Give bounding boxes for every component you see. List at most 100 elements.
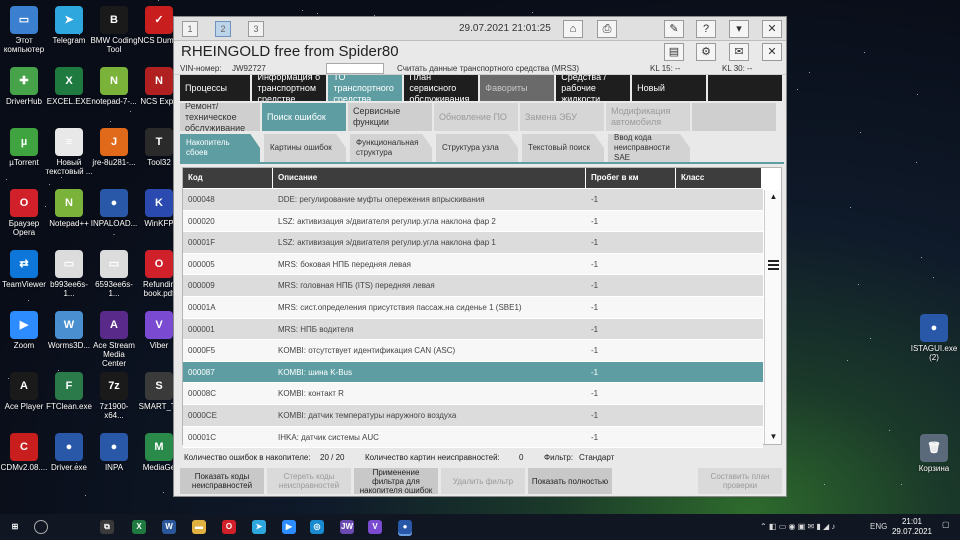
home-icon[interactable]: ⌂ — [563, 20, 583, 38]
star — [901, 484, 902, 485]
taskbar-clock[interactable]: 21:01 29.07.2021 — [892, 517, 932, 537]
table-row[interactable]: 0000CE KOMBI: датчик температуры наружног… — [183, 404, 763, 427]
vehicle-read-status[interactable]: Считать данные транспортного средства (M… — [397, 64, 579, 73]
telegram-taskbar-icon[interactable]: ➤ — [252, 520, 266, 534]
desktop-icon[interactable]: N Notepad++ — [45, 187, 93, 245]
table-row[interactable]: 00008C KOMBI: контакт R -1 — [183, 383, 763, 405]
subtab[interactable]: Накопитель сбоев — [180, 134, 260, 162]
star — [302, 10, 303, 11]
action-button[interactable]: Показать полностью — [528, 468, 612, 494]
desktop-icon[interactable]: ▭ Этот компьютер — [0, 4, 48, 62]
menu-item[interactable]: Информация о транспортном средстве — [252, 75, 327, 101]
menu-item[interactable]: Средства / рабочие жидкости — [556, 75, 631, 101]
jw-taskbar-icon[interactable]: JW — [340, 520, 354, 534]
subtab[interactable]: Картины ошибок — [264, 134, 346, 162]
subtab[interactable]: Функциональная структура — [350, 134, 432, 162]
zoom-taskbar-icon[interactable]: ▶ — [282, 520, 296, 534]
desktop-icon[interactable]: ⇄ TeamViewer — [0, 248, 48, 306]
table-row[interactable]: 000048 DDE: регулирование муфты опережени… — [183, 189, 763, 211]
desktop-icon[interactable]: Nnotepad-7-... — [90, 65, 138, 123]
desktop-icon[interactable]: F FTClean.exe — [45, 370, 93, 428]
table-row[interactable]: 000005 MRS: боковая НПБ передняя левая -1 — [183, 253, 763, 276]
desktop-icon[interactable]: ✚ DriverHub — [0, 65, 48, 123]
menu-item[interactable]: План сервисного обслуживания — [404, 75, 479, 101]
desktop-icon[interactable]: µ µTorrent — [0, 126, 48, 184]
close-session-icon[interactable]: ✕ — [762, 43, 782, 61]
subtab[interactable]: Структура узла — [436, 134, 518, 162]
vin-input[interactable] — [326, 63, 384, 74]
table-row[interactable]: 000020 LSZ: активизация э/двигателя регул… — [183, 210, 763, 233]
rheingold-taskbar-icon[interactable]: ● — [398, 520, 412, 534]
desktop-icon[interactable]: X EXCEL.EXE — [45, 65, 93, 123]
desktop-icon[interactable]: ● Driver.exe — [45, 431, 93, 489]
print-icon[interactable]: ⎙ — [597, 20, 617, 38]
search-icon[interactable] — [34, 520, 48, 534]
desktop-icon[interactable]: B BMW Coding Tool — [90, 4, 138, 62]
session-tab-3[interactable]: 3 — [248, 21, 264, 37]
column-header[interactable]: Класс — [676, 168, 761, 188]
submenu-item[interactable]: Ремонт/ техническое обслуживание — [180, 103, 260, 131]
session-tab-1[interactable]: 1 — [182, 21, 198, 37]
desktop-icon[interactable]: O Браузер Opera — [0, 187, 48, 245]
opera-taskbar-icon[interactable]: O — [222, 520, 236, 534]
desktop-icon[interactable]: Jjre-8u281-... — [90, 126, 138, 184]
start-icon[interactable]: ⊞ — [8, 520, 22, 534]
desktop-icon[interactable]: ➤ Telegram — [45, 4, 93, 62]
explorer-taskbar-icon[interactable]: ▬ — [192, 520, 206, 534]
menu-item[interactable]: Новый — [632, 75, 707, 101]
subtab[interactable]: Ввод кода неисправности SAE — [608, 134, 690, 162]
desktop-icon[interactable]: ≡ Новый текстовый ... — [45, 126, 93, 184]
viber-taskbar-icon[interactable]: V — [368, 520, 382, 534]
action-button: Стереть коды неисправностей — [267, 468, 351, 494]
scroll-down-icon[interactable]: ▼ — [765, 430, 782, 444]
word-taskbar-icon[interactable]: W — [162, 520, 176, 534]
table-row[interactable]: 000009 MRS: головная НПБ (ITS) передняя л… — [183, 275, 763, 297]
desktop-icon[interactable]: ▭ b993ee6s-1... — [45, 248, 93, 306]
desktop-icon[interactable]: ● ISTAGUI.exe (2) — [910, 312, 958, 370]
mail-icon[interactable]: ✉ — [729, 43, 749, 61]
menu-item[interactable]: Процессы — [180, 75, 251, 101]
table-row[interactable]: 000087 KOMBI: шина K-Bus -1 — [183, 361, 763, 384]
desktop-icon[interactable]: ▭ 6593ee6s-1... — [90, 248, 138, 306]
scroll-thumb[interactable] — [768, 260, 779, 270]
column-header[interactable]: Пробег в км — [586, 168, 675, 188]
desktop-icon[interactable]: 🗑 Корзина — [910, 432, 958, 490]
table-scrollbar[interactable]: ▲ ▼ — [764, 190, 781, 444]
column-header[interactable]: Код — [183, 168, 272, 188]
submenu-item[interactable]: Поиск ошибок — [262, 103, 346, 131]
action-button[interactable]: Применение фильтра для накопителя ошибок — [354, 468, 438, 495]
column-header[interactable]: Описание — [273, 168, 585, 188]
menu-item[interactable]: Фавориты — [480, 75, 555, 101]
desktop-icon[interactable]: A Ace Stream Media Center — [90, 309, 138, 368]
action-button[interactable]: Показать коды неисправностей — [180, 468, 264, 494]
desktop-icon[interactable]: ▶ Zoom — [0, 309, 48, 367]
gear-icon[interactable]: ⚙ — [696, 43, 716, 61]
desktop-icon[interactable]: C CDMv2.08.... — [0, 431, 48, 489]
help-icon[interactable]: ? — [696, 20, 716, 38]
wrench-icon[interactable]: ✎ — [664, 20, 684, 38]
vehicle-icon[interactable]: ▤ — [664, 43, 684, 61]
table-row[interactable]: 00001A MRS: сист.определения присутствия … — [183, 296, 763, 319]
task-view-icon[interactable]: ⧉ — [100, 520, 114, 534]
desktop-icon[interactable]: 7z 7z1900-x64... — [90, 370, 138, 428]
minimize-icon[interactable]: ▾ — [729, 20, 749, 38]
table-row[interactable]: 000001 MRS: НПБ водителя -1 — [183, 318, 763, 341]
desktop-icon[interactable]: A Ace Player — [0, 370, 48, 428]
language-indicator[interactable]: ENG — [870, 522, 887, 531]
notification-icon[interactable]: ▢ — [942, 520, 950, 529]
menu-item[interactable]: ТО транспортного средства — [328, 75, 403, 101]
table-row[interactable]: 00001C IHKA: датчик системы AUC -1 — [183, 426, 763, 449]
excel-taskbar-icon[interactable]: X — [132, 520, 146, 534]
app-taskbar-icon[interactable]: ◎ — [310, 520, 324, 534]
submenu-item[interactable]: Сервисные функции — [348, 103, 432, 131]
desktop-icon[interactable]: ● INPALOAD.... — [90, 187, 138, 245]
tray-icons[interactable]: ⌃ ◧ ▭ ◉ ▣ ✉ ▮ ◢ ♪ — [760, 522, 835, 531]
desktop-icon[interactable]: W Worms3D... — [45, 309, 93, 367]
table-row[interactable]: 00001F LSZ: активизация э/двигателя регул… — [183, 232, 763, 254]
desktop-icon[interactable]: ● INPA — [90, 431, 138, 489]
table-row[interactable]: 0000F5 KOMBI: отсутствует идентификация C… — [183, 340, 763, 362]
close-icon[interactable]: ✕ — [762, 20, 782, 38]
subtab[interactable]: Текстовый поиск — [522, 134, 604, 162]
scroll-up-icon[interactable]: ▲ — [765, 190, 782, 204]
session-tab-2[interactable]: 2 — [215, 21, 231, 37]
